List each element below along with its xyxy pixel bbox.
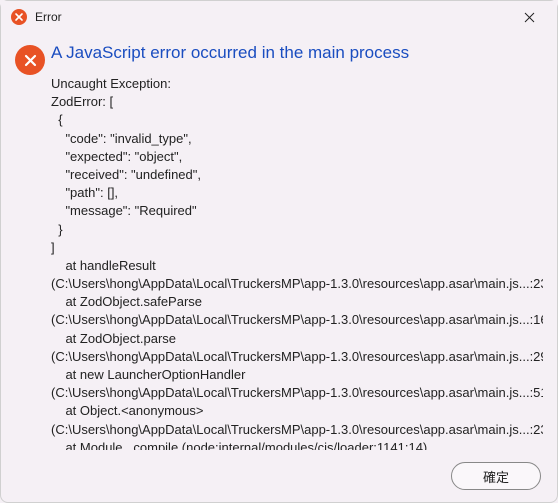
ok-button[interactable]: 確定 <box>451 462 541 490</box>
titlebar: Error <box>1 1 557 33</box>
error-icon <box>15 45 45 75</box>
text-column: A JavaScript error occurred in the main … <box>51 43 543 450</box>
close-button[interactable] <box>509 3 549 31</box>
dialog-heading: A JavaScript error occurred in the main … <box>51 43 543 63</box>
icon-column <box>15 43 51 450</box>
dialog-content: A JavaScript error occurred in the main … <box>1 33 557 450</box>
window-title: Error <box>35 10 509 24</box>
close-icon <box>524 12 535 23</box>
error-icon <box>11 9 27 25</box>
dialog-footer: 確定 <box>1 450 557 502</box>
dialog-body: Uncaught Exception: ZodError: [ { "code"… <box>51 75 543 450</box>
